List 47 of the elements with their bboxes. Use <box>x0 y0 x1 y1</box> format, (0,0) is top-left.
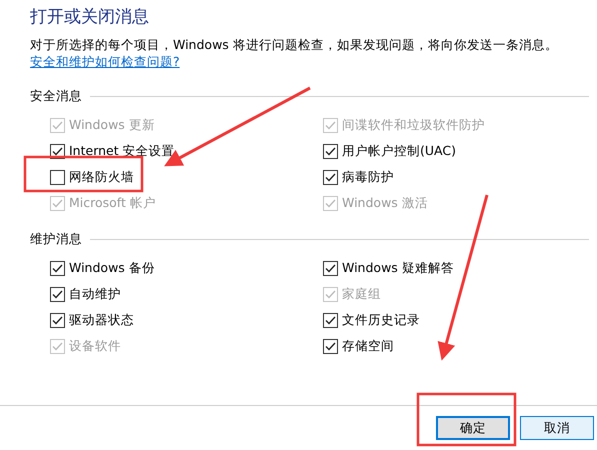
checkbox-label: 设备软件 <box>69 338 121 355</box>
checkbox-label: 网络防火墙 <box>69 169 134 186</box>
checkmark-icon <box>325 199 336 208</box>
checkmark-icon <box>52 121 63 130</box>
cancel-button[interactable]: 取消 <box>520 416 594 440</box>
checkbox[interactable] <box>323 144 338 159</box>
checkmark-icon <box>52 264 63 273</box>
ok-button[interactable]: 确定 <box>436 416 510 440</box>
checkbox[interactable] <box>50 170 65 185</box>
help-link[interactable]: 安全和维护如何检查问题? <box>30 53 180 70</box>
checkbox-label: Microsoft 帐户 <box>69 195 156 212</box>
checkbox-label: Windows 更新 <box>69 117 155 134</box>
checkbox[interactable] <box>50 287 65 302</box>
checkmark-icon <box>325 264 336 273</box>
checkbox[interactable] <box>323 313 338 328</box>
checkmark-icon <box>52 316 63 325</box>
checkmark-icon <box>325 173 336 182</box>
section-heading: 安全消息 <box>30 88 82 105</box>
checkmark-icon <box>52 290 63 299</box>
section-heading: 维护消息 <box>30 231 82 248</box>
checkbox-label: 自动维护 <box>69 286 121 303</box>
checkmark-icon <box>325 316 336 325</box>
checkmark-icon <box>52 342 63 351</box>
checkbox-label: 用户帐户控制(UAC) <box>342 143 456 160</box>
dialog-title: 打开或关闭消息 <box>30 6 150 28</box>
checkbox[interactable] <box>323 339 338 354</box>
checkbox-label: Internet 安全设置 <box>69 143 175 160</box>
checkbox-label: 文件历史记录 <box>342 312 420 329</box>
checkbox[interactable] <box>323 261 338 276</box>
checkbox-label: Windows 备份 <box>69 260 155 277</box>
checkmark-icon <box>325 342 336 351</box>
checkbox[interactable] <box>50 261 65 276</box>
checkbox-label: 驱动器状态 <box>69 312 134 329</box>
description-text: 对于所选择的每个项目，Windows 将进行问题检查，如果发现问题，将向你发送一条消息。 安全和维护如何检查问题? <box>30 36 559 70</box>
checkmark-icon <box>325 121 336 130</box>
checkbox-label: 家庭组 <box>342 286 381 303</box>
checkmark-icon <box>52 199 63 208</box>
checkbox[interactable] <box>50 313 65 328</box>
checkbox-label: 病毒防护 <box>342 169 394 186</box>
checkmark-icon <box>325 147 336 156</box>
checkmark-icon <box>325 290 336 299</box>
checkbox-label: Windows 激活 <box>342 195 428 212</box>
checkbox-label: 存储空间 <box>342 338 394 355</box>
checkbox[interactable] <box>323 170 338 185</box>
checkbox-label: 间谍软件和垃圾软件防护 <box>342 117 485 134</box>
checkmark-icon <box>52 147 63 156</box>
checkbox-label: Windows 疑难解答 <box>342 260 454 277</box>
